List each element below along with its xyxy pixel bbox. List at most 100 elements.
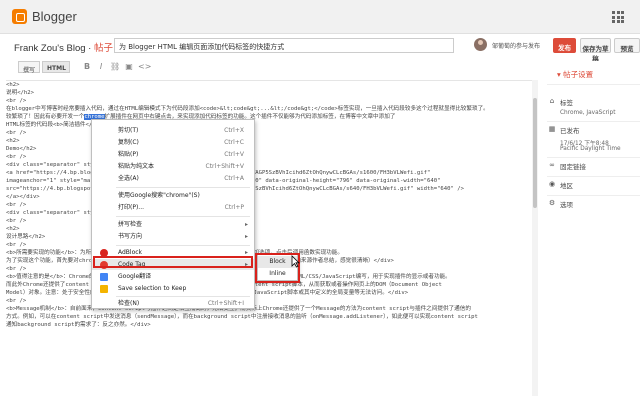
code-line[interactable]: <br /> xyxy=(6,97,532,105)
code-line[interactable]: <br /> xyxy=(6,297,532,305)
italic-icon[interactable]: I xyxy=(96,62,106,72)
code-line[interactable]: Demo</h2> xyxy=(6,145,532,153)
labels-heading: 标签 xyxy=(560,99,573,107)
menu-item-label: AdBlock xyxy=(118,249,143,256)
keep-icon xyxy=(100,285,108,293)
menu-item-label: 全选(A) xyxy=(118,175,139,182)
post-settings-header: ▾ 帖子设置 xyxy=(547,61,640,85)
code-line[interactable]: <br /> xyxy=(6,129,532,137)
menu-separator xyxy=(116,216,250,217)
posts-link[interactable]: 帖子 xyxy=(94,43,113,54)
html-editor[interactable]: <h2> 说明</h2> <br /> 在blogger中写博客时经常要插入代码，通过… xyxy=(6,80,532,396)
menu-item-google-translate[interactable]: Google翻译 xyxy=(92,271,254,282)
code-line[interactable]: </a></div> xyxy=(6,193,532,201)
google-translate-icon xyxy=(100,273,108,281)
save-draft-button[interactable]: 保存为草稿 xyxy=(580,38,611,63)
code-line[interactable]: 说明</h2> xyxy=(6,89,532,97)
code-line[interactable]: <div class="separator" style="clear: bot… xyxy=(6,209,532,217)
location-pin-icon: ◉ xyxy=(548,180,556,188)
menu-item-label: Google翻译 xyxy=(118,273,152,280)
code-line[interactable]: <a href="https://4.bp.blogspot.com/-xxxx… xyxy=(6,169,532,177)
code-line[interactable]: Model）对象。注意：处于安全性的考虑，content script只能访问上… xyxy=(6,289,532,297)
chevron-right-icon: ▸ xyxy=(244,233,248,240)
context-menu: 剪切(T) Ctrl+X 复制(C) Ctrl+C 粘贴(P) Ctrl+V 粘贴为纯… xyxy=(91,119,255,309)
menu-item-select-all[interactable]: 全选(A) Ctrl+A xyxy=(92,173,254,184)
menu-item-shortcut: Ctrl+P xyxy=(224,204,244,211)
sidebar-divider xyxy=(547,121,640,122)
menu-item-copy[interactable]: 复制(C) Ctrl+C xyxy=(92,137,254,148)
link-icon[interactable]: ⛓ xyxy=(110,62,120,72)
code-tag-highlight-box xyxy=(93,256,253,268)
link-icon: ∞ xyxy=(549,161,555,169)
image-icon[interactable]: ▣ xyxy=(124,62,134,72)
mouse-cursor-icon xyxy=(291,255,300,268)
menu-item-paste-plain[interactable]: 粘贴为纯文本 Ctrl+Shift+V xyxy=(92,161,254,172)
sidebar-divider xyxy=(547,157,640,158)
code-line[interactable]: 在blogger中写博客时经常要插入代码，通过在HTML编辑模式下为代码段添加<… xyxy=(6,105,532,113)
menu-separator xyxy=(116,296,250,297)
top-bar: Blogger xyxy=(0,0,640,34)
code-line[interactable]: HTML标签的代码段<b>简洁插件</b> xyxy=(6,121,532,129)
label-tag-icon: ⌂ xyxy=(549,97,555,105)
app-title[interactable]: Blogger xyxy=(32,9,77,24)
sidebar-divider xyxy=(547,195,640,196)
code-line[interactable]: <h2> xyxy=(6,225,532,233)
menu-item-label: 粘贴(P) xyxy=(118,151,139,158)
menu-item-cut[interactable]: 剪切(T) Ctrl+X xyxy=(92,125,254,136)
menu-item-label: 检查(N) xyxy=(118,300,140,307)
bold-icon[interactable]: B xyxy=(82,62,92,72)
calendar-icon: ▦ xyxy=(548,125,556,133)
avatar[interactable] xyxy=(474,38,487,51)
code-line[interactable]: <br /> xyxy=(6,217,532,225)
menu-item-save-to-keep[interactable]: Save selection to Keep xyxy=(92,283,254,294)
code-line[interactable]: 通知background script的需求了：反之亦然。</div> xyxy=(6,321,532,329)
menu-item-label: Save selection to Keep xyxy=(118,285,187,292)
menu-item-print[interactable]: 打印(P)... Ctrl+P xyxy=(92,202,254,213)
html-mode-button[interactable]: HTML xyxy=(42,61,70,73)
menu-item-label: 剪切(T) xyxy=(118,127,139,134)
editor-scrollbar-thumb[interactable] xyxy=(533,98,537,208)
compose-mode-button[interactable]: 撰写 xyxy=(18,61,40,74)
menu-item-shortcut: Ctrl+Shift+V xyxy=(205,163,244,170)
blog-name[interactable]: Frank Zou's Blog · 帖子 xyxy=(14,40,113,54)
menu-item-label: 打印(P)... xyxy=(118,204,145,211)
code-line[interactable]: <h2> xyxy=(6,137,532,145)
menu-item-spellcheck[interactable]: 拼写检查 ▸ xyxy=(92,219,254,230)
menu-item-shortcut: Ctrl+X xyxy=(224,127,244,134)
options-heading: 选项 xyxy=(560,201,573,209)
code-line[interactable]: imageanchor="1" style="margin-left: 1em;… xyxy=(6,177,532,185)
code-line[interactable]: <div class="separator" style="clear: bot… xyxy=(6,161,532,169)
publish-button[interactable]: 发布 xyxy=(553,38,576,53)
code-line[interactable]: <h2> xyxy=(6,81,532,89)
post-header: Frank Zou's Blog · 帖子 为 Blogger HTML 编辑页… xyxy=(0,34,640,63)
preview-button[interactable]: 预览 xyxy=(614,38,640,53)
menu-item-label: 书写方向 xyxy=(118,233,143,240)
code-line[interactable]: <b>Message机制</b>：自前面来，content script与插件之… xyxy=(6,305,532,313)
code-line[interactable]: <br /> xyxy=(6,153,532,161)
menu-item-inspect[interactable]: 检查(N) Ctrl+Shift+I xyxy=(92,298,254,309)
menu-item-shortcut: Ctrl+A xyxy=(224,175,244,182)
code-line[interactable]: <br /> xyxy=(6,241,532,249)
gear-icon: ⚙ xyxy=(548,199,556,207)
menu-item-label: 使用Google搜索"chrome"(S) xyxy=(118,192,200,199)
code-line[interactable]: src="https://4.bp.blogspot.com/-xxxxxxxx… xyxy=(6,185,532,193)
code-line[interactable]: 设计思路</h2> xyxy=(6,233,532,241)
menu-item-shortcut: Ctrl+V xyxy=(224,151,244,158)
labels-value[interactable]: Chrome, JavaScript xyxy=(560,110,615,116)
code-icon[interactable]: <> xyxy=(138,62,151,72)
editor-scrollbar[interactable] xyxy=(532,80,538,396)
apps-grid-icon[interactable] xyxy=(612,11,624,23)
code-line[interactable]: 方式。例如，可以在content script中发送消息（sendMessage… xyxy=(6,313,532,321)
menu-item-paste[interactable]: 粘贴(P) Ctrl+V xyxy=(92,149,254,160)
menu-item-writing-direction[interactable]: 书写方向 ▸ xyxy=(92,231,254,242)
blogger-logo-icon[interactable] xyxy=(12,9,27,24)
post-title-input[interactable]: 为 Blogger HTML 编辑页面添加代码标签的快捷方式 xyxy=(114,38,454,53)
code-line[interactable]: <br /> xyxy=(6,201,532,209)
author-label: 邹葡萄的参与发布 xyxy=(492,43,541,50)
sidebar-divider xyxy=(547,176,640,177)
menu-item-shortcut: Ctrl+Shift+I xyxy=(207,300,244,307)
post-settings-sidebar: ▾ 帖子设置 ⌂ 标签 Chrome, JavaScript ▦ 已发布 17/… xyxy=(547,61,640,400)
published-timezone: Pacific Daylight Time xyxy=(560,146,621,152)
menu-item-google-search[interactable]: 使用Google搜索"chrome"(S) xyxy=(92,190,254,201)
code-line[interactable]: 较繁琐了！因此有必要开发一个chrome扩展插件在网页中右键点击，来实现添加代码… xyxy=(6,113,532,121)
